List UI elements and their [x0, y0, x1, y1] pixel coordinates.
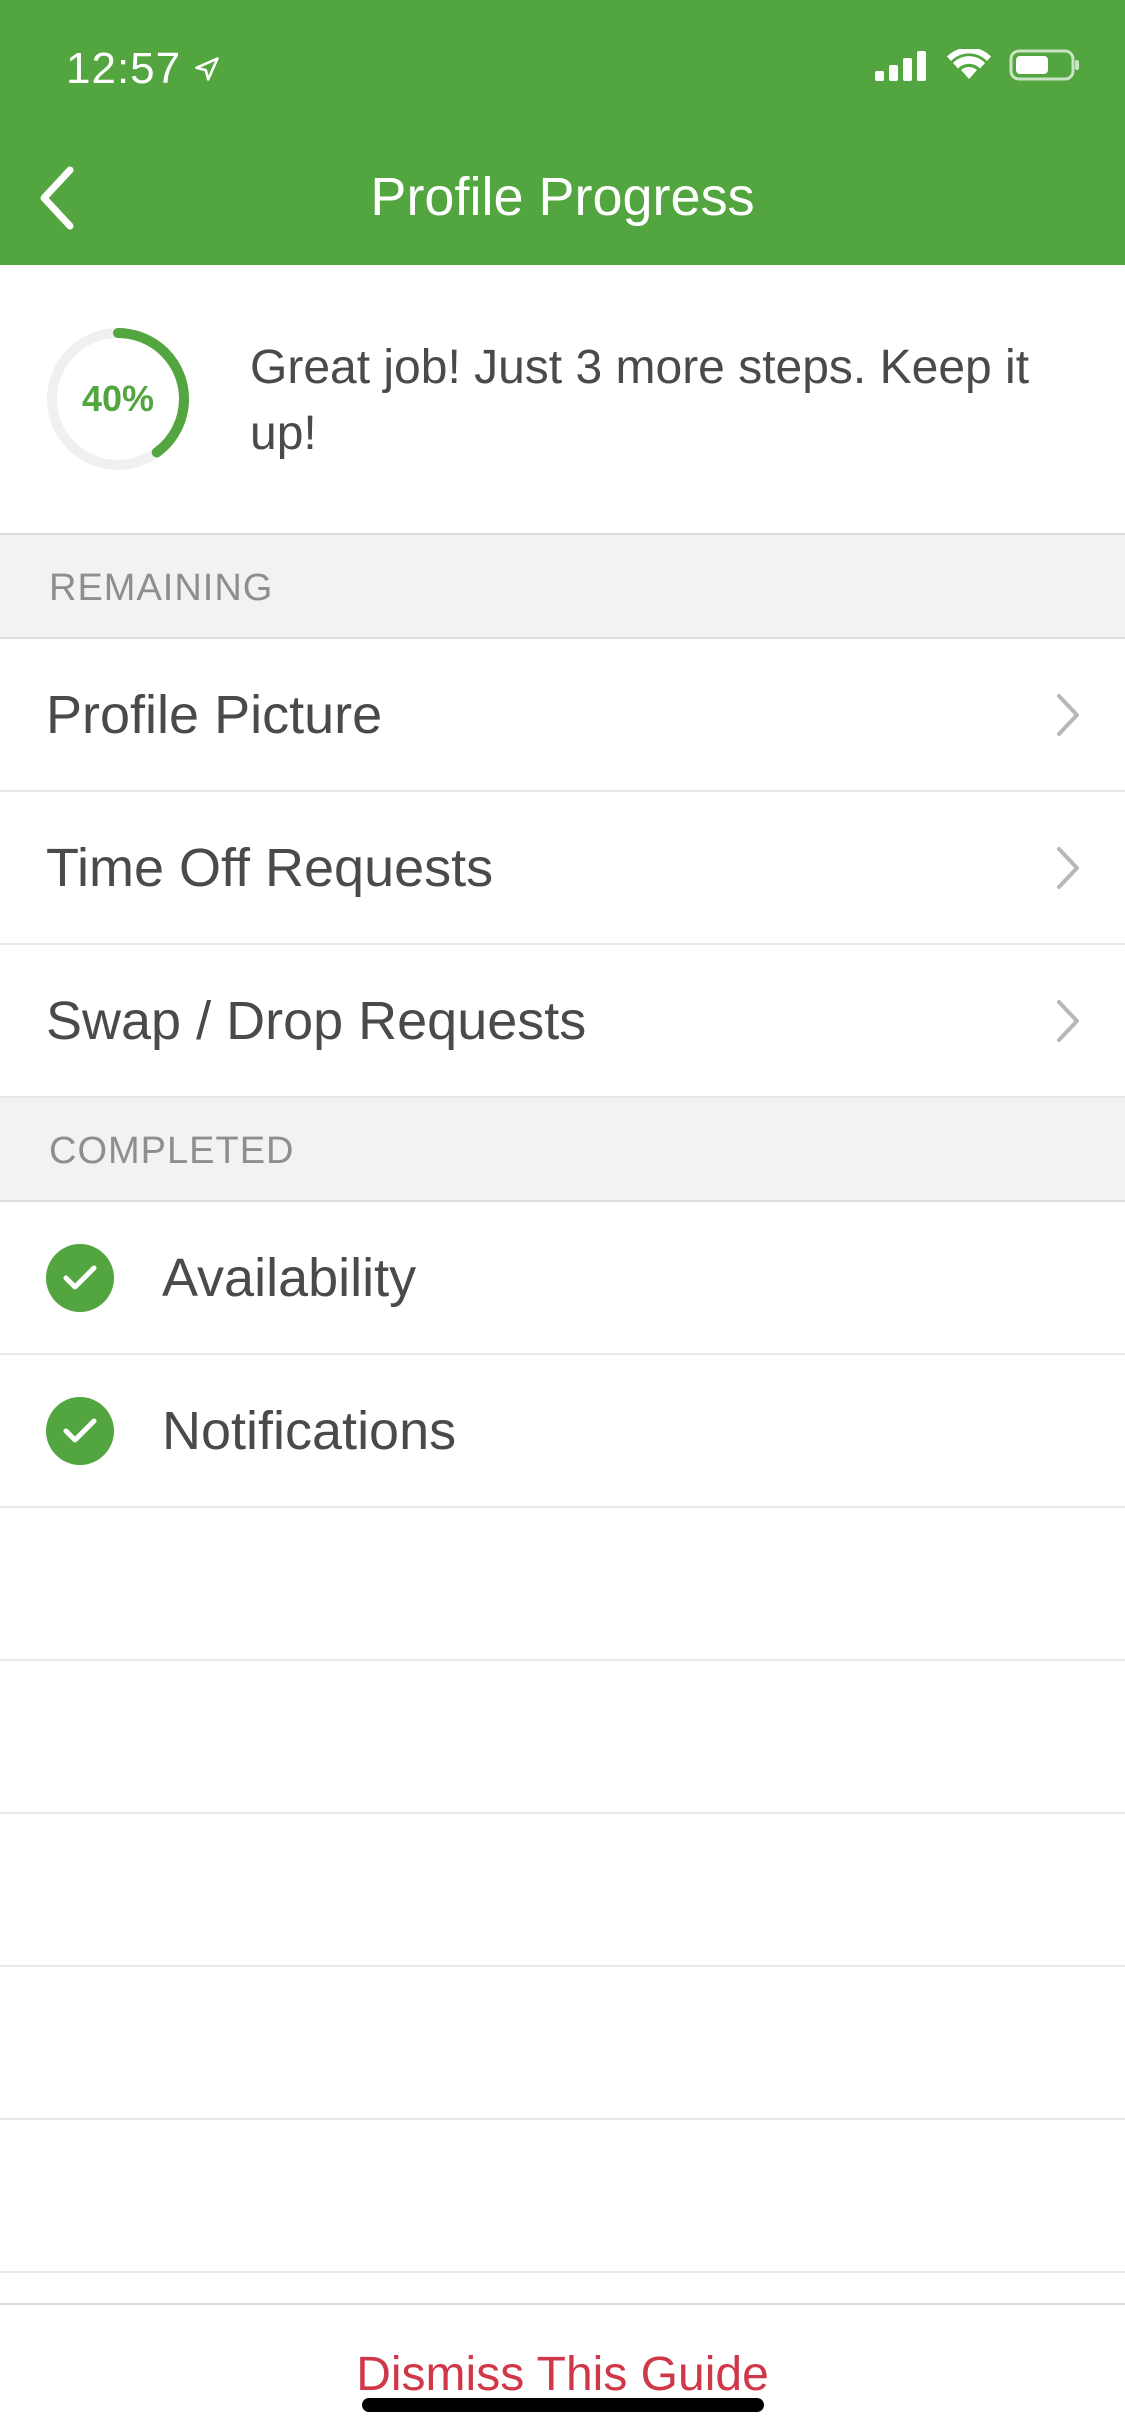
status-icons [875, 48, 1081, 82]
battery-icon [1009, 49, 1079, 81]
empty-row [0, 1814, 1125, 1967]
page-title: Profile Progress [370, 167, 755, 227]
checkmark-icon [63, 1418, 97, 1442]
checkmark-circle-icon [46, 1396, 114, 1465]
checkmark-circle-icon [46, 1243, 114, 1312]
location-arrow-icon [195, 57, 219, 81]
empty-row [0, 1967, 1125, 2120]
remaining-item-profile-picture[interactable]: Profile Picture [0, 639, 1125, 792]
status-time-text: 12:57 [66, 44, 182, 93]
dismiss-guide-button[interactable]: Dismiss This Guide [0, 2347, 1125, 2402]
completed-item-notifications[interactable]: Notifications [0, 1355, 1125, 1508]
completed-section-header: COMPLETED [0, 1098, 1125, 1202]
row-label: Notifications [162, 1400, 457, 1461]
home-indicator [362, 2398, 764, 2412]
progress-message: Great job! Just 3 more steps. Keep it up… [250, 341, 1030, 460]
remaining-item-time-off-requests[interactable]: Time Off Requests [0, 792, 1125, 945]
remaining-section-title: REMAINING [49, 567, 274, 609]
empty-row [0, 2120, 1125, 2273]
row-label: Profile Picture [46, 684, 383, 745]
chevron-right-icon [1057, 846, 1079, 889]
cellular-signal-icon [875, 51, 926, 81]
wifi-icon [947, 49, 991, 79]
footer-bar: Dismiss This Guide [0, 2303, 1125, 2436]
checkmark-icon [63, 1265, 97, 1289]
nav-header: 12:57 Profile Progress [0, 0, 1125, 265]
completed-item-availability[interactable]: Availability [0, 1202, 1125, 1355]
completed-section-title: COMPLETED [49, 1130, 295, 1172]
progress-percent: 40% [81, 378, 155, 419]
profile-progress-screen: 12:57 Profile Progress 40% Great job! Ju… [0, 0, 1125, 2436]
progress-summary: 40% Great job! Just 3 more steps. Keep i… [0, 265, 1125, 535]
empty-row [0, 1661, 1125, 1814]
remaining-section-header: REMAINING [0, 535, 1125, 639]
chevron-right-icon [1057, 693, 1079, 736]
chevron-right-icon [1057, 999, 1079, 1042]
row-label: Availability [162, 1247, 417, 1308]
row-label: Swap / Drop Requests [46, 990, 587, 1051]
remaining-item-swap-drop-requests[interactable]: Swap / Drop Requests [0, 945, 1125, 1098]
row-label: Time Off Requests [46, 837, 494, 898]
empty-row [0, 1508, 1125, 1661]
status-time: 12:57 [66, 44, 221, 94]
